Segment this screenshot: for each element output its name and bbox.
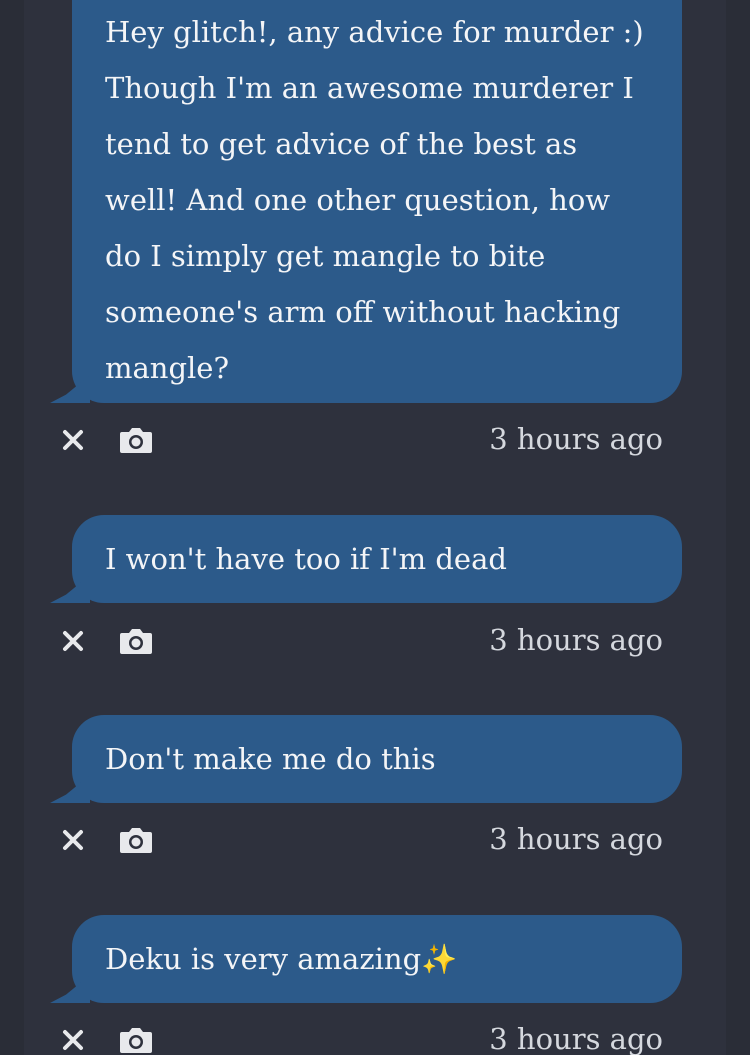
message-timestamp: 3 hours ago — [489, 623, 663, 657]
message-feed: Hey glitch!, any advice for murder :) Th… — [24, 0, 726, 1055]
message-text: Don't make me do this — [105, 742, 436, 776]
delete-button[interactable] — [58, 425, 88, 455]
message-actions: 3 hours ago — [24, 1015, 726, 1055]
camera-button[interactable] — [118, 625, 154, 657]
delete-button[interactable] — [58, 825, 88, 855]
camera-icon — [120, 629, 152, 654]
message-bubble: Don't make me do this — [72, 715, 682, 803]
close-icon — [63, 1030, 83, 1050]
delete-button[interactable] — [58, 1025, 88, 1055]
camera-icon — [120, 1028, 152, 1053]
message-bubble: Hey glitch!, any advice for murder :) Th… — [72, 0, 682, 403]
message-bubble: I won't have too if I'm dead — [72, 515, 682, 603]
camera-button[interactable] — [118, 1024, 154, 1055]
message-text: I won't have too if I'm dead — [105, 542, 507, 576]
close-icon — [63, 430, 83, 450]
message-actions: 3 hours ago — [24, 815, 726, 865]
close-icon — [63, 631, 83, 651]
camera-icon — [120, 428, 152, 453]
message-timestamp: 3 hours ago — [489, 422, 663, 456]
camera-icon — [120, 828, 152, 853]
message-actions: 3 hours ago — [24, 415, 726, 465]
close-icon — [63, 830, 83, 850]
message-text: Hey glitch!, any advice for murder :) Th… — [105, 15, 644, 385]
message-text: Deku is very amazing✨ — [105, 942, 458, 976]
message-timestamp: 3 hours ago — [489, 822, 663, 856]
message-actions: 3 hours ago — [24, 616, 726, 666]
message-timestamp: 3 hours ago — [489, 1022, 663, 1055]
camera-button[interactable] — [118, 824, 154, 856]
camera-button[interactable] — [118, 424, 154, 456]
message-bubble: Deku is very amazing✨ — [72, 915, 682, 1003]
delete-button[interactable] — [58, 626, 88, 656]
